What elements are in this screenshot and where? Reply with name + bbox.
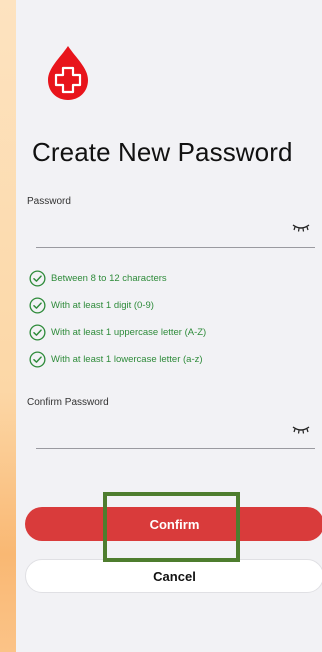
check-circle-icon xyxy=(29,296,46,314)
check-circle-icon xyxy=(29,323,46,341)
background-strip xyxy=(0,0,16,652)
rule-item: With at least 1 lowercase letter (a-z) xyxy=(29,350,206,368)
confirm-button[interactable]: Confirm xyxy=(25,507,322,541)
confirm-password-underline xyxy=(36,448,315,449)
rule-item: Between 8 to 12 characters xyxy=(29,269,206,287)
eye-closed-icon[interactable] xyxy=(291,222,311,232)
confirm-password-field[interactable] xyxy=(36,412,315,450)
password-field[interactable] xyxy=(36,210,315,248)
rule-text: With at least 1 digit (0-9) xyxy=(51,299,154,311)
rule-text: With at least 1 lowercase letter (a-z) xyxy=(51,353,203,365)
password-underline xyxy=(36,247,315,248)
page-title: Create New Password xyxy=(32,137,293,167)
rule-item: With at least 1 digit (0-9) xyxy=(29,296,206,314)
check-circle-icon xyxy=(29,269,46,287)
check-circle-icon xyxy=(29,350,46,368)
rule-text: With at least 1 uppercase letter (A-Z) xyxy=(51,326,207,338)
blood-drop-cross-icon xyxy=(48,46,88,100)
confirm-password-label: Confirm Password xyxy=(27,397,109,408)
eye-closed-icon[interactable] xyxy=(291,424,311,434)
rule-item: With at least 1 uppercase letter (A-Z) xyxy=(29,323,206,341)
rule-text: Between 8 to 12 characters xyxy=(51,272,167,284)
password-label: Password xyxy=(27,196,71,207)
cancel-button[interactable]: Cancel xyxy=(25,559,322,593)
password-rules-list: Between 8 to 12 characters With at least… xyxy=(29,269,206,377)
